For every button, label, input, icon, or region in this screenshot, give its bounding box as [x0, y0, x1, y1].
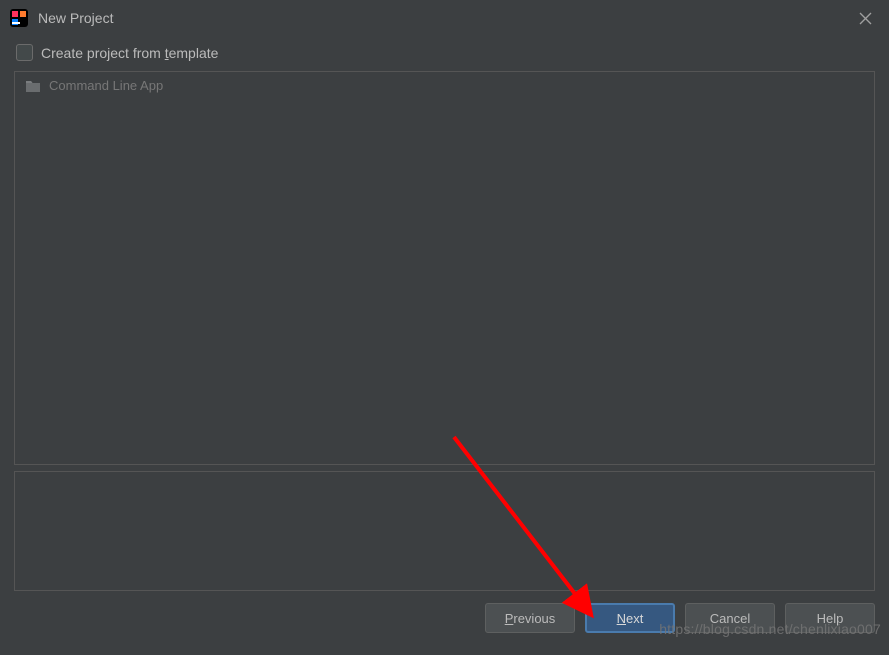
template-checkbox-row: Create project from template [0, 36, 889, 71]
window-title: New Project [38, 10, 851, 26]
label-text: Create project from [41, 45, 165, 61]
template-checkbox-label[interactable]: Create project from template [41, 45, 218, 61]
mnemonic: N [617, 611, 626, 626]
app-icon [10, 9, 28, 27]
template-list[interactable]: Command Line App [14, 71, 875, 465]
previous-button[interactable]: Previous [485, 603, 575, 633]
watermark: https://blog.csdn.net/chenlixiao007 [659, 621, 881, 637]
close-button[interactable] [851, 4, 879, 32]
titlebar: New Project [0, 0, 889, 36]
template-checkbox[interactable] [16, 44, 33, 61]
label-text: ext [626, 611, 643, 626]
label-text: revious [513, 611, 555, 626]
close-icon [859, 12, 872, 25]
description-area [14, 471, 875, 591]
label-text: emplate [169, 45, 219, 61]
list-item-label: Command Line App [49, 78, 163, 93]
content-area: Command Line App [14, 71, 875, 591]
mnemonic: P [505, 611, 514, 626]
list-item[interactable]: Command Line App [15, 72, 874, 99]
folder-icon [25, 79, 41, 93]
